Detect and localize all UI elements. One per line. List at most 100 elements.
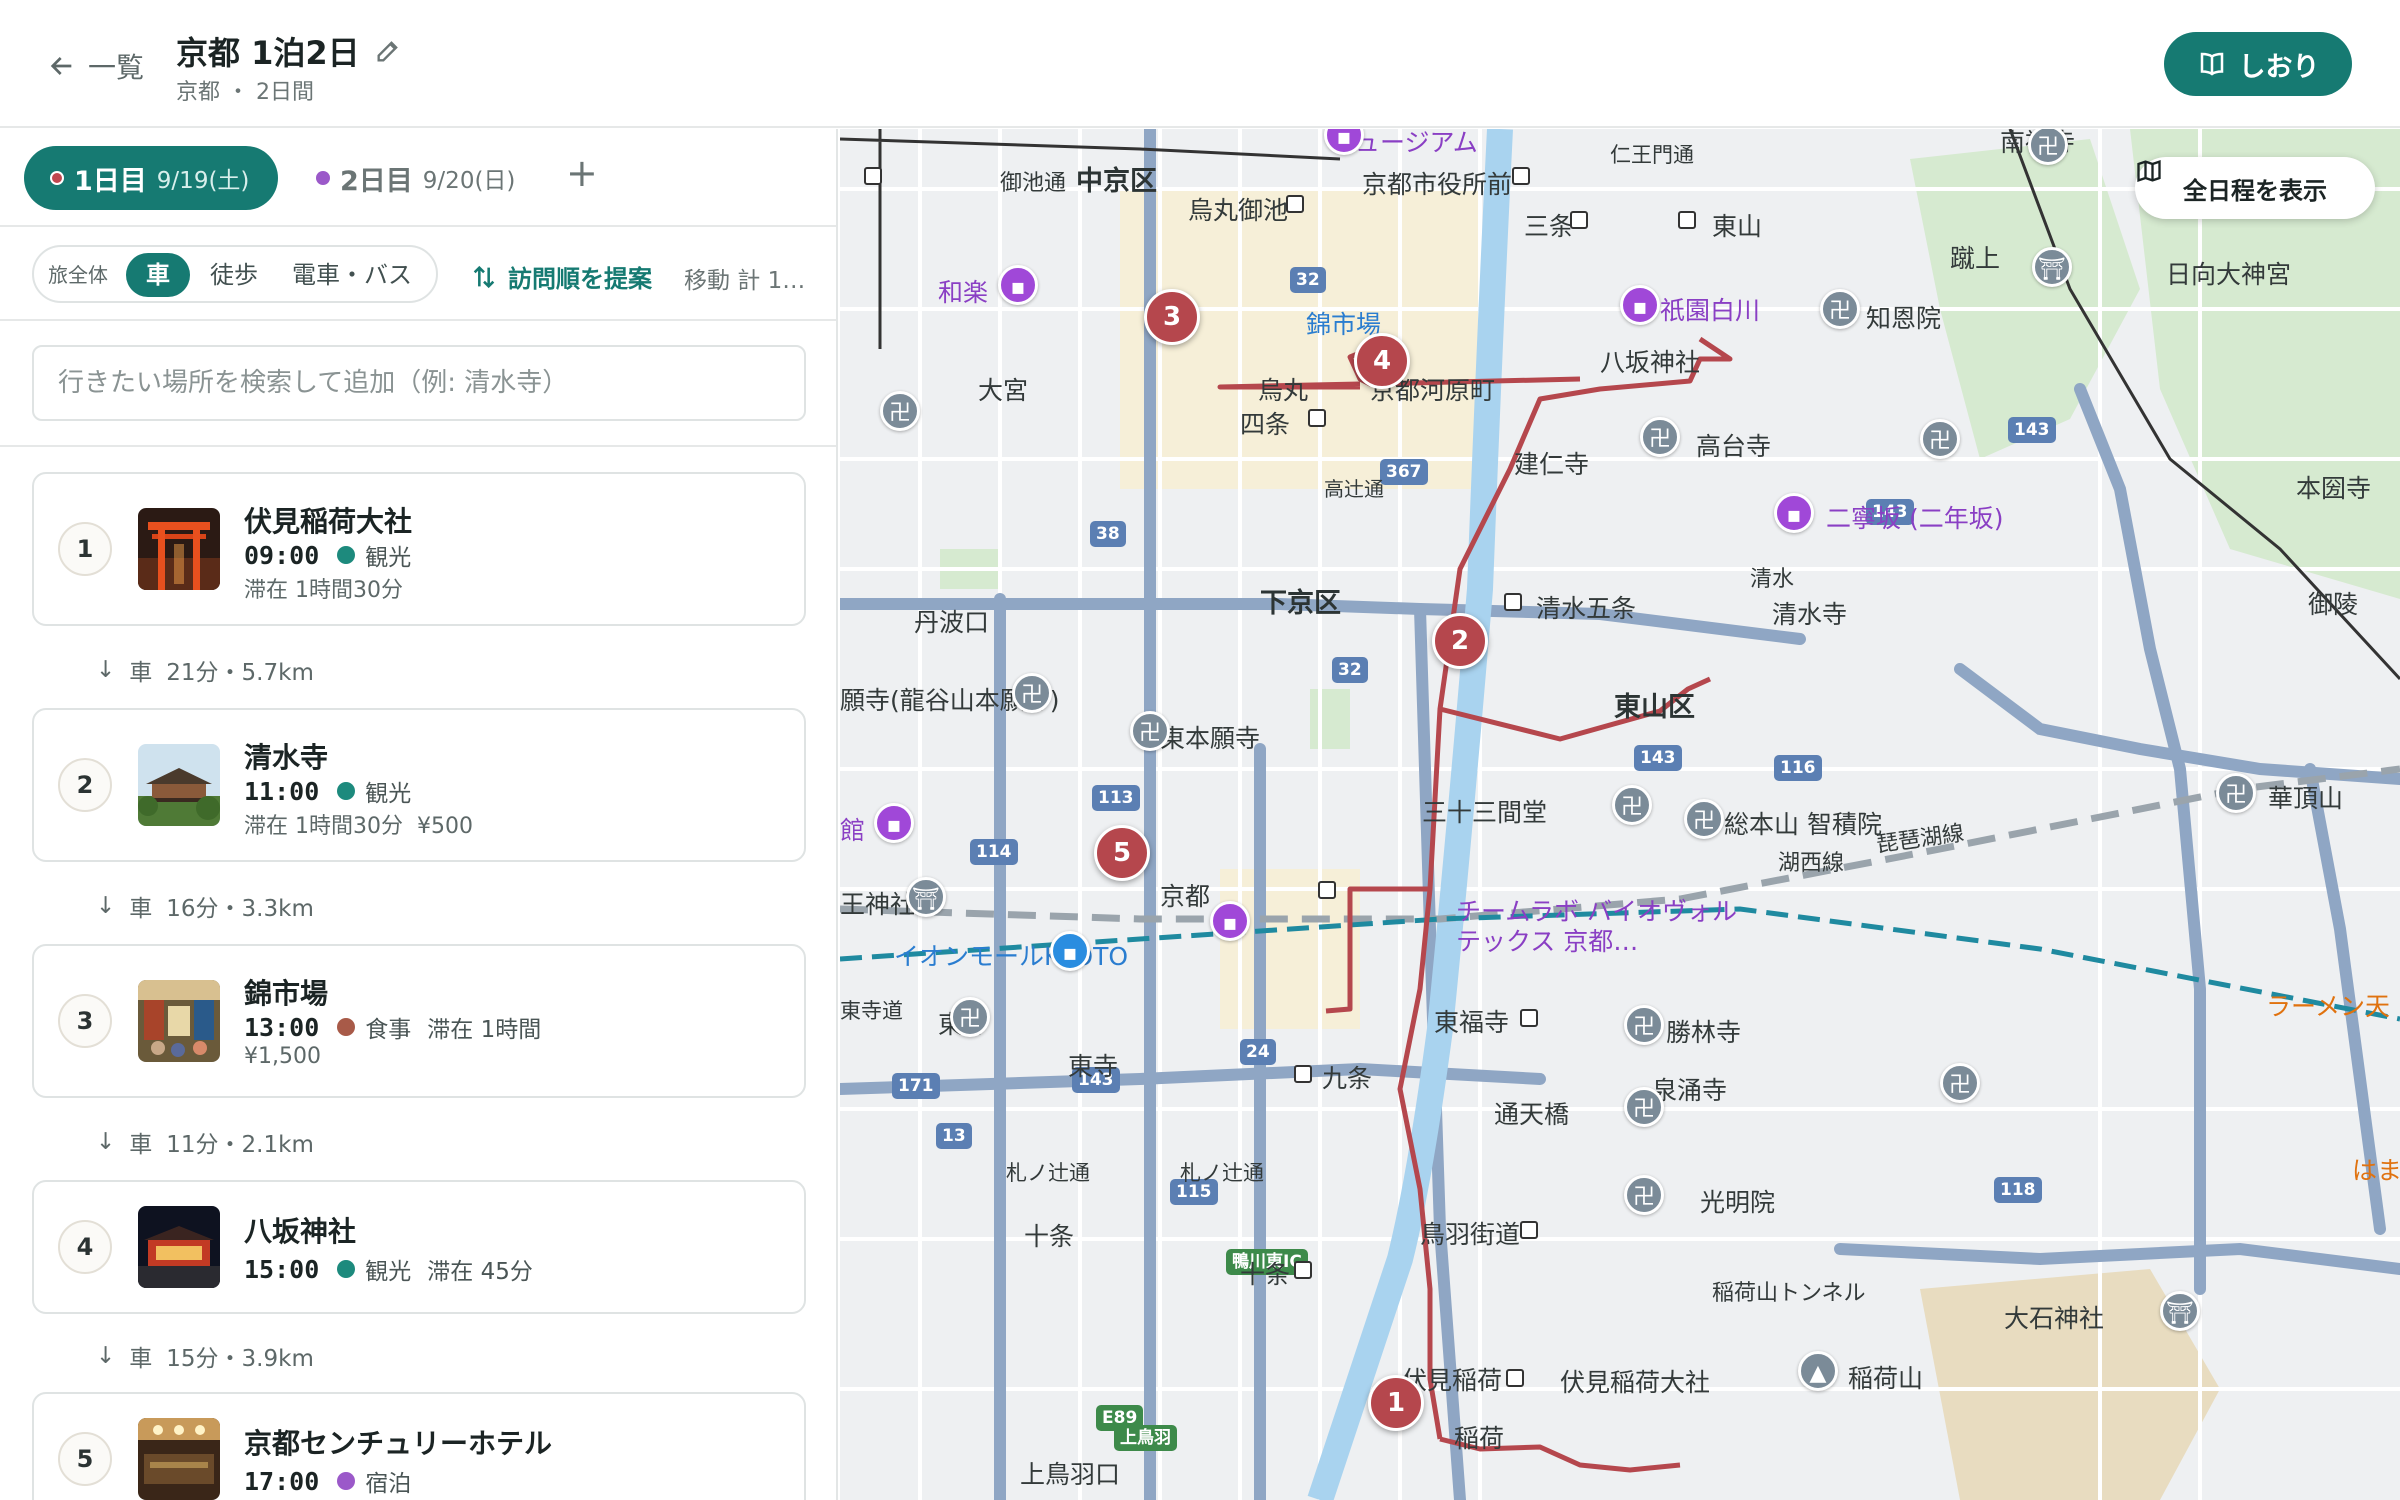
stop-name: 八坂神社 <box>244 1215 357 1248</box>
tab-day-2[interactable]: 2日目 9/20(日) <box>290 146 541 210</box>
stop-name: 京都センチュリーホテル <box>244 1427 553 1460</box>
stop-meta: 11:00 観光 <box>244 774 411 808</box>
map-label: 総本山 智積院 <box>1724 810 1882 839</box>
shiori-label: しおり <box>2238 51 2320 83</box>
category-dot-icon <box>337 1260 356 1278</box>
route-shield: 24 <box>1240 1039 1276 1065</box>
map-label: 九条 <box>1322 1064 1373 1093</box>
temple-poi-icon[interactable]: 卍 <box>1624 1175 1664 1215</box>
shopping-poi-icon[interactable]: ▪ <box>1050 931 1090 971</box>
map-label: 京都 <box>1160 882 1211 911</box>
mode-car[interactable]: 車 <box>126 253 190 297</box>
temple-poi-icon[interactable]: 卍 <box>1012 673 1052 713</box>
shop-poi-icon[interactable]: ▪ <box>998 265 1038 305</box>
stop-name: 清水寺 <box>244 741 329 774</box>
mountain-poi-icon[interactable]: ▲ <box>1798 1351 1838 1391</box>
stop-number: 4 <box>58 1220 112 1274</box>
temple-poi-icon[interactable]: 卍 <box>1920 419 1960 459</box>
temple-poi-icon[interactable]: 卍 <box>1624 1005 1664 1045</box>
stop-time: 13:00 <box>244 1012 320 1042</box>
stop-stay: 滞在 1時間 <box>427 1017 542 1043</box>
route-shield: 116 <box>1774 755 1822 781</box>
map-label: 仁王門通 <box>1610 143 1694 167</box>
stop-card[interactable]: 3 錦市場 13:00 食事 滞在 1時間 ¥1,500 <box>32 944 806 1098</box>
route-shield: 32 <box>1332 657 1368 683</box>
arrow-left-icon <box>50 57 72 75</box>
stop-card[interactable]: 2 清水寺 11:00 観光 滞在 1時間30分 ¥500 <box>32 708 806 862</box>
temple-poi-icon[interactable]: 卍 <box>1640 417 1680 457</box>
map-label: 日向大神宮 <box>2166 260 2292 289</box>
temple-poi-icon[interactable]: 卍 <box>1612 785 1652 825</box>
temple-photo-icon <box>138 744 220 826</box>
shrine-photo-icon <box>138 1206 220 1288</box>
mode-walk[interactable]: 徒歩 <box>210 253 258 297</box>
leg-info: 16分・3.3km <box>166 896 314 922</box>
attraction-poi-icon[interactable]: ▪ <box>1774 493 1814 533</box>
shrine-poi-icon[interactable]: ⛩ <box>906 877 946 917</box>
temple-poi-icon[interactable]: 卍 <box>1684 799 1724 839</box>
show-all-days-button[interactable]: 全日程を表示 <box>2135 157 2375 219</box>
map-label: 八坂神社 <box>1600 348 1701 377</box>
stop-time: 09:00 <box>244 540 320 570</box>
stop-name: 伏見稲荷大社 <box>244 505 413 538</box>
attraction-poi-icon[interactable]: ▪ <box>1620 285 1660 325</box>
temple-poi-icon[interactable]: 卍 <box>950 997 990 1037</box>
shiori-button[interactable]: しおり <box>2164 32 2352 96</box>
leg-mode: 車 <box>129 1346 153 1372</box>
temple-poi-icon[interactable]: 卍 <box>880 391 920 431</box>
mode-transit[interactable]: 電車・バス <box>292 253 412 297</box>
mode-all-trip[interactable]: 旅全体 <box>48 253 108 297</box>
route-map[interactable]: 143 32 367 143 38 32 113 143 116 114 171… <box>840 129 2400 1500</box>
map-label: イオンモールKYOTO <box>894 942 1129 971</box>
temple-poi-icon[interactable]: 卍 <box>2216 773 2256 813</box>
tab-day-1[interactable]: 1日目 9/19(土) <box>24 146 278 210</box>
stop-time: 15:00 <box>244 1254 320 1284</box>
map-label: 御陵 <box>2308 590 2359 619</box>
trip-subtitle: 京都 ・ 2日間 <box>176 80 314 105</box>
swap-order-icon <box>473 265 495 288</box>
stop-time: 11:00 <box>244 776 320 806</box>
station-icon <box>1520 1009 1538 1027</box>
map-label: 清水五条 <box>1536 594 1637 623</box>
map-label: 御池通 <box>1000 171 1067 196</box>
arrow-down-icon: ↓ <box>96 1343 116 1369</box>
station-icon <box>1308 409 1326 427</box>
stop-card[interactable]: 1 伏見稲荷大社 09:00 観光 滞在 1時間30分 <box>32 472 806 626</box>
shrine-poi-icon[interactable]: ⛩ <box>2032 247 2072 287</box>
map-label: 通天橋 <box>1494 1100 1570 1129</box>
travel-leg: ↓ 車 15分・3.9km <box>96 1339 314 1373</box>
temple-poi-icon[interactable]: 卍 <box>1940 1063 1980 1103</box>
map-label: 大石神社 <box>2004 1304 2105 1333</box>
map-label: 勝林寺 <box>1666 1018 1742 1047</box>
route-pin-4[interactable]: 4 <box>1354 333 1410 389</box>
stop-meta: 13:00 食事 滞在 1時間 <box>244 1010 541 1044</box>
route-shield: 上鳥羽 <box>1114 1425 1177 1451</box>
route-pin-2[interactable]: 2 <box>1432 613 1488 669</box>
place-search-input[interactable] <box>32 345 806 421</box>
add-day-button[interactable]: + <box>566 151 598 195</box>
day-label: 1日目 <box>74 165 147 197</box>
museum-poi-icon[interactable]: ▪ <box>874 803 914 843</box>
shrine-poi-icon[interactable]: ⛩ <box>2160 1291 2200 1331</box>
route-shield: 38 <box>1090 521 1126 547</box>
museum-poi-icon[interactable]: ▪ <box>1210 901 1250 941</box>
edit-pencil-icon[interactable] <box>374 37 402 65</box>
stop-card[interactable]: 4 八坂神社 15:00 観光 滞在 45分 <box>32 1180 806 1314</box>
back-to-list-button[interactable]: 一覧 <box>46 46 144 86</box>
suggest-order-button[interactable]: 訪問順を提案 <box>470 259 652 294</box>
temple-poi-icon[interactable]: 卍 <box>1624 1087 1664 1127</box>
stop-category: 観光 <box>365 1259 412 1285</box>
hotel-photo-icon <box>138 1418 220 1500</box>
route-pin-1[interactable]: 1 <box>1368 1375 1424 1431</box>
route-shield: 113 <box>1092 785 1140 811</box>
route-pin-5[interactable]: 5 <box>1094 825 1150 881</box>
map-label: 大宮 <box>978 376 1029 405</box>
map-label: 十条 <box>1024 1222 1075 1251</box>
temple-poi-icon[interactable]: 卍 <box>1820 289 1860 329</box>
stop-number: 3 <box>58 994 112 1048</box>
route-pin-3[interactable]: 3 <box>1144 289 1200 345</box>
stop-card[interactable]: 5 京都センチュリーホテル 17:00 宿泊 <box>32 1392 806 1500</box>
station-icon <box>1318 881 1336 899</box>
temple-poi-icon[interactable]: 卍 <box>1130 711 1170 751</box>
map-label: 華頂山 <box>2268 784 2344 813</box>
